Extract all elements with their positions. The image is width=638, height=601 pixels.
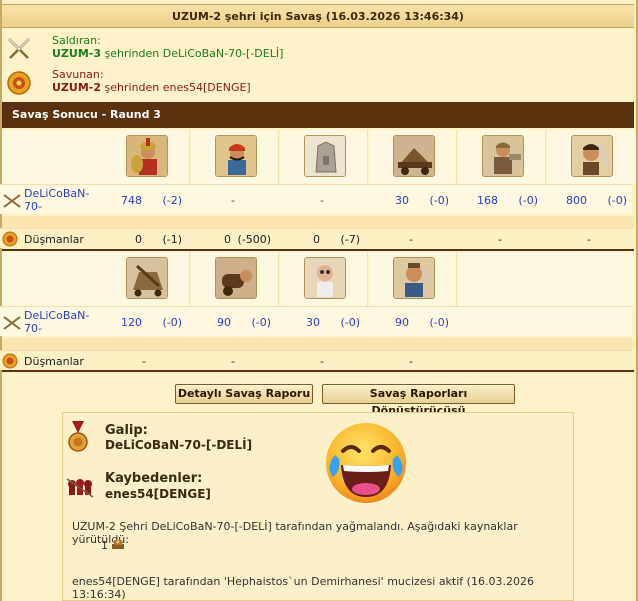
defender-label: Savunan: [52,68,104,81]
round2-cook-value: 90 (-0) [395,316,449,329]
round2-enemy-cell: - [409,355,413,368]
medal-icon [68,421,88,452]
round1-steam-giant-value: 168 (-0) [477,194,538,207]
round2-enemy-row: Düşmanlar - - - - [0,350,632,370]
hoplite-unit-icon [126,135,168,177]
attacker-label: Saldıran: [52,34,101,47]
unit-grid-2 [2,252,634,308]
catapult-unit-icon [126,257,168,299]
unit-mortar[interactable] [191,252,279,306]
crossed-swords-icon [3,194,21,208]
attacker-block: Saldıran: UZUM-3 şehrinden DeLiCoBaN-70-… [6,34,606,64]
unit-ram[interactable] [369,130,457,184]
crossed-swords-icon [8,38,30,59]
shield-icon [2,231,18,247]
round2-player-row: DeLiCoBaN-70- 120 (-0) 90 (-0) 30 (-0) 90 (-… [0,306,632,336]
unit-hoplite[interactable] [102,130,190,184]
plunder-amount: 1 [101,539,108,552]
loser-name[interactable]: enes54[DENGE] [105,487,211,501]
round1-enemy-row: Düşmanlar 0 (-1) 0 (-500) 0 (-7) - - - [0,228,632,248]
unit-doctor[interactable] [280,252,368,306]
round1-ram-value: 30 (-0) [395,194,449,207]
winner-name[interactable]: DeLiCoBaN-70-[-DELİ] [105,438,252,452]
report-converter-button[interactable]: Savaş Raporları Dönüştürücüsü [322,384,515,417]
battle-result-header: Savaş Sonucu - Raund 3 [2,102,634,128]
round1-slinger-value: - [231,194,235,207]
defender-city[interactable]: UZUM-2 [52,81,101,94]
defender-block: Savunan: UZUM-2 şehrinden enes54[DENGE] [6,68,606,98]
defender-player[interactable]: enes54[DENGE] [163,81,251,94]
round2-enemy-cell: - [231,355,235,368]
cook-unit-icon [393,257,435,299]
round2-mortar-value: 90 (-0) [217,316,271,329]
unit-steam-giant[interactable] [458,130,546,184]
round1-player-name[interactable]: DeLiCoBaN-70- [24,187,94,213]
round2-catapult-value: 120 (-0) [121,316,182,329]
round1-enemy-label: Düşmanlar [24,233,84,246]
ram-unit-icon [393,135,435,177]
wood-resource-icon [112,540,124,549]
round2-enemy-cell: - [142,355,146,368]
battle-result-box: Galip: DeLiCoBaN-70-[-DELİ] Kaybedenler:… [62,412,574,601]
loser-label: Kaybedenler: [105,471,203,486]
doctor-unit-icon [304,257,346,299]
unit-slinger[interactable] [191,130,279,184]
round2-player-name[interactable]: DeLiCoBaN-70- [24,309,94,335]
round2-enemy-cell: - [320,355,324,368]
round2-doctor-value: 30 (-0) [306,316,360,329]
plunder-text: UZUM-2 Şehri DeLiCoBaN-70-[-DELİ] tarafı… [72,520,518,546]
attacker-line: UZUM-3 şehrinden DeLiCoBaN-70-[-DELİ] [52,47,284,60]
mortar-unit-icon [215,257,257,299]
round1-player-row: DeLiCoBaN-70- 748 (-2) - - 30 (-0) 168 (-0)… [0,184,632,214]
shield-icon [7,71,31,95]
round1-hoplite-value: 748 (-2) [121,194,182,207]
shield-icon [2,353,18,369]
wonder-active-text: enes54[DENGE] tarafından 'Hephaistos`un … [72,575,534,601]
round1-swordsman-value: 800 (-0) [566,194,627,207]
wall-unit-icon [304,135,346,177]
round-separator [2,249,634,251]
crossed-swords-icon [3,316,21,330]
unit-catapult[interactable] [102,252,190,306]
report-title: UZUM-2 şehri için Savaş (16.03.2026 13:4… [2,4,634,28]
defender-line: UZUM-2 şehrinden enes54[DENGE] [52,81,251,94]
attacker-city[interactable]: UZUM-3 [52,47,101,60]
unit-swordsman[interactable] [547,130,635,184]
laughing-emoji-icon [326,423,406,503]
steam-giant-unit-icon [482,135,524,177]
unit-wall[interactable] [280,130,368,184]
swordsman-unit-icon [571,135,613,177]
defeated-soldiers-icon [66,478,94,498]
attacker-player[interactable]: DeLiCoBaN-70-[-DELİ] [163,47,284,60]
round2-enemy-label: Düşmanlar [24,355,84,368]
detailed-report-button[interactable]: Detaylı Savaş Raporu [175,384,313,404]
round1-wall-value: - [320,194,324,207]
unit-cook[interactable] [369,252,457,306]
slinger-unit-icon [215,135,257,177]
round-separator [2,370,634,372]
winner-label: Galip: [105,423,148,438]
